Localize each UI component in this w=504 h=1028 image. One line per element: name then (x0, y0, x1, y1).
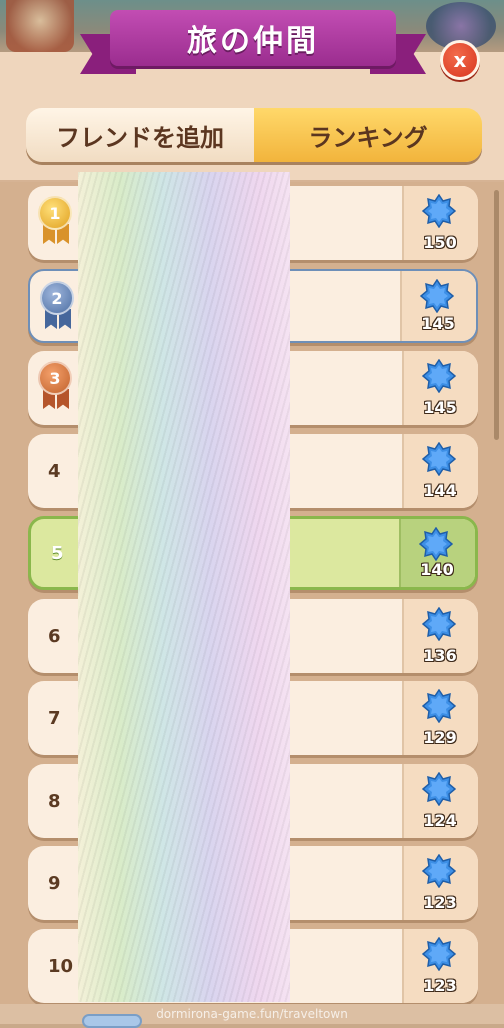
score-cell: 144 (402, 434, 478, 508)
rank-number: 8 (48, 790, 61, 812)
bronze-medal-icon: 3 (38, 361, 74, 413)
star-gem-icon (421, 853, 457, 889)
tab-ranking[interactable]: ランキング (254, 108, 482, 162)
score-value: 124 (423, 811, 457, 830)
score-cell: 124 (402, 764, 478, 838)
scrollbar[interactable] (494, 190, 499, 440)
score-value: 140 (420, 560, 454, 579)
redacted-names-overlay (78, 172, 290, 1002)
rank-number: 2 (40, 281, 74, 315)
score-cell: 140 (399, 519, 475, 587)
score-cell: 129 (402, 681, 478, 755)
title-banner: 旅の仲間 (110, 10, 396, 66)
score-value: 123 (423, 893, 457, 912)
rank-number: 1 (38, 196, 72, 230)
rank-number: 3 (38, 361, 72, 395)
rank-number: 7 (48, 707, 61, 729)
tab-add-friend[interactable]: フレンドを追加 (26, 108, 254, 162)
score-value: 145 (421, 314, 455, 333)
score-value: 144 (423, 481, 457, 500)
watermark: dormirona-game.fun/traveltown (156, 1007, 348, 1021)
score-value: 145 (423, 398, 457, 417)
score-cell: 123 (402, 929, 478, 1003)
score-value: 123 (423, 976, 457, 995)
page-title: 旅の仲間 (187, 24, 319, 59)
star-gem-icon (421, 193, 457, 229)
close-icon: x (453, 48, 467, 72)
star-gem-icon (418, 526, 454, 562)
star-gem-icon (421, 358, 457, 394)
score-value: 129 (423, 728, 457, 747)
score-value: 136 (423, 646, 457, 665)
gold-medal-icon: 1 (38, 196, 74, 248)
score-cell: 145 (400, 271, 476, 341)
score-cell: 150 (402, 186, 478, 260)
score-cell: 136 (402, 599, 478, 673)
rank-number: 5 (51, 542, 64, 564)
character-portrait (6, 0, 74, 52)
score-value: 150 (423, 233, 457, 252)
tab-bar: フレンドを追加 ランキング (26, 108, 482, 162)
score-cell: 123 (402, 846, 478, 920)
rank-number: 6 (48, 625, 61, 647)
star-gem-icon (419, 278, 455, 314)
rank-number: 10 (48, 955, 74, 977)
rank-number: 9 (48, 872, 61, 894)
star-gem-icon (421, 441, 457, 477)
close-button[interactable]: x (440, 40, 480, 80)
blue-medal-icon: 2 (40, 281, 76, 333)
star-gem-icon (421, 606, 457, 642)
star-gem-icon (421, 936, 457, 972)
rank-number: 4 (48, 460, 61, 482)
star-gem-icon (421, 771, 457, 807)
score-cell: 145 (402, 351, 478, 425)
star-gem-icon (421, 688, 457, 724)
